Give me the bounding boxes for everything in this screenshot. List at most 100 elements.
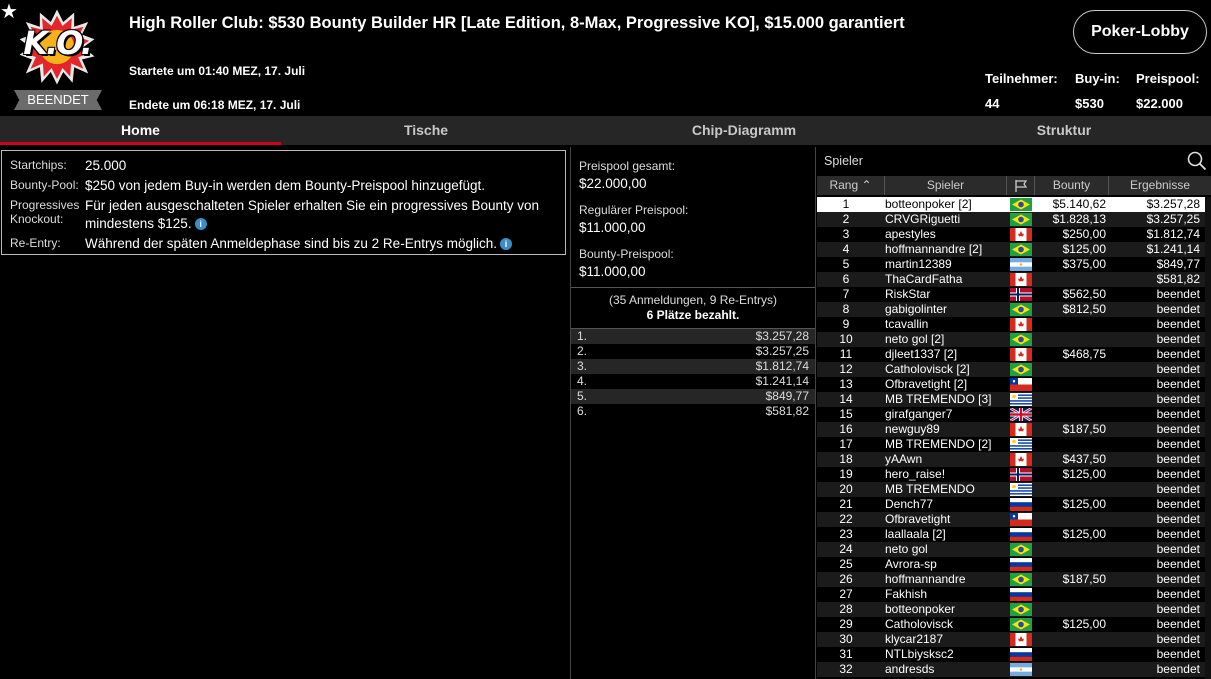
table-row[interactable]: 15 girafganger7 beendet xyxy=(817,407,1211,422)
stat-value: $22.000 xyxy=(1136,96,1183,111)
table-row[interactable]: 29 Catholovisck $125,00 beendet xyxy=(817,617,1211,632)
pool-regular: Regulärer Preispool: $11.000,00 xyxy=(571,203,815,235)
table-row[interactable]: 8 gabigolinter $812,50 beendet xyxy=(817,302,1211,317)
tab-chip-chart[interactable]: Chip-Diagramm xyxy=(571,116,917,145)
player-rank: 3 xyxy=(842,227,850,241)
table-row[interactable]: 1 botteonpoker [2] $5.140,62 $3.257,28 xyxy=(817,197,1211,212)
player-bounty: $1.828,13 xyxy=(1052,212,1106,226)
player-result: beendet xyxy=(1156,317,1200,331)
table-row[interactable]: 22 Ofbravetight beendet xyxy=(817,512,1211,527)
player-rank: 2 xyxy=(842,212,850,226)
prize-amount: $3.257,25 xyxy=(755,344,809,358)
table-row[interactable]: 27 Fakhish beendet xyxy=(817,587,1211,602)
search-icon[interactable] xyxy=(1187,151,1207,171)
column-result[interactable]: Ergebnisse xyxy=(1109,176,1211,195)
tab-home[interactable]: Home xyxy=(0,116,281,145)
player-result: beendet xyxy=(1156,527,1200,541)
info-icon[interactable]: i xyxy=(499,238,512,251)
table-row[interactable]: 14 MB TREMENDO [3] beendet xyxy=(817,392,1211,407)
table-row[interactable]: 4 hoffmannandre [2] $125,00 $1.241,14 xyxy=(817,242,1211,257)
table-row[interactable]: 23 laallaala [2] $125,00 beendet xyxy=(817,527,1211,542)
tab-tables[interactable]: Tische xyxy=(281,116,571,145)
info-label: Startchips: xyxy=(10,158,67,172)
player-result: beendet xyxy=(1156,587,1200,601)
info-value: Während der späten Anmeldephase sind bis… xyxy=(85,235,557,253)
table-row[interactable]: 16 newguy89 $187,50 beendet xyxy=(817,422,1211,437)
info-bounty-pool: Bounty-Pool: $250 von jedem Buy-in werde… xyxy=(10,177,557,195)
info-icon[interactable]: i xyxy=(194,218,207,231)
player-rank: 28 xyxy=(839,602,853,616)
table-row[interactable]: 6 ThaCardFatha $581,82 xyxy=(817,272,1211,287)
tab-structure[interactable]: Struktur xyxy=(917,116,1211,145)
prize-amount: $1.241,14 xyxy=(755,374,809,388)
player-result: $1.812,74 xyxy=(1146,227,1200,241)
player-rank: 27 xyxy=(839,587,853,601)
table-row[interactable]: 7 RiskStar $562,50 beendet xyxy=(817,287,1211,302)
prize-table: 1. $3.257,28 2. $3.257,25 3. $1.812,74 4. $1.24… xyxy=(571,328,815,419)
table-row[interactable]: 12 Catholovisck [2] beendet xyxy=(817,362,1211,377)
table-row[interactable]: 30 klycar2187 beendet xyxy=(817,632,1211,647)
player-rank: 24 xyxy=(839,542,853,556)
column-bounty[interactable]: Bounty xyxy=(1035,176,1109,195)
pool-total: Preispool gesamt: $22.000,00 xyxy=(571,159,815,191)
country-flag-icon xyxy=(1010,468,1032,481)
player-bounty: $187,50 xyxy=(1062,572,1106,586)
prize-row: 5. $849,77 xyxy=(571,389,815,404)
table-row[interactable]: 11 djleet1337 [2] $468,75 beendet xyxy=(817,347,1211,362)
info-label-line: Progressives xyxy=(10,198,80,212)
stat-label: Buy-in: xyxy=(1075,71,1120,86)
table-row[interactable]: 26 hoffmannandre $187,50 beendet xyxy=(817,572,1211,587)
country-flag-icon xyxy=(1010,333,1032,346)
poker-lobby-button[interactable]: Poker-Lobby xyxy=(1073,10,1207,54)
player-name: Ofbravetight xyxy=(885,512,951,526)
players-panel: Spieler Rang ⌃ Spieler Bounty Ergebnisse… xyxy=(817,147,1211,679)
country-flag-icon xyxy=(1010,378,1032,391)
player-name: Avrora-sp xyxy=(885,557,937,571)
column-label: Rang xyxy=(829,178,859,192)
country-flag-icon xyxy=(1010,228,1032,241)
info-label: Progressives Knockout: xyxy=(10,197,85,233)
table-row[interactable]: 2 CRVGRiguetti $1.828,13 $3.257,25 xyxy=(817,212,1211,227)
table-row[interactable]: 13 Ofbravetight [2] beendet xyxy=(817,377,1211,392)
column-rank[interactable]: Rang ⌃ xyxy=(817,176,885,195)
table-row[interactable]: 18 yAAwn $437,50 beendet xyxy=(817,452,1211,467)
table-row[interactable]: 28 botteonpoker beendet xyxy=(817,602,1211,617)
pool-value: $11.000,00 xyxy=(579,264,646,279)
player-result: beendet xyxy=(1156,557,1200,571)
paid-places: 6 Plätze bezahlt. xyxy=(646,308,740,322)
table-row[interactable]: 32 andresds beendet xyxy=(817,662,1211,677)
table-row[interactable]: 9 tcavallin beendet xyxy=(817,317,1211,332)
country-flag-icon xyxy=(1010,288,1032,301)
search-input[interactable]: Spieler xyxy=(824,154,863,168)
country-flag-icon xyxy=(1010,408,1032,421)
table-row[interactable]: 10 neto gol [2] beendet xyxy=(817,332,1211,347)
table-row[interactable]: 5 martin12389 $375,00 $849,77 xyxy=(817,257,1211,272)
player-bounty xyxy=(1035,332,1106,347)
table-row[interactable]: 17 MB TREMENDO [2] beendet xyxy=(817,437,1211,452)
player-name: gabigolinter xyxy=(885,302,948,316)
column-flag[interactable] xyxy=(1007,176,1035,195)
player-rank: 25 xyxy=(839,557,853,571)
table-row[interactable]: 24 neto gol beendet xyxy=(817,542,1211,557)
player-result: $3.257,28 xyxy=(1146,197,1200,211)
prize-place: 2. xyxy=(577,344,588,358)
registrations-info: (35 Anmeldungen, 9 Re-Entrys) xyxy=(608,293,778,307)
info-value: $250 von jedem Buy-in werden dem Bounty-… xyxy=(85,178,485,193)
player-bounty: $250,00 xyxy=(1062,227,1106,241)
player-name: djleet1337 [2] xyxy=(885,347,958,361)
table-row[interactable]: 25 Avrora-sp beendet xyxy=(817,557,1211,572)
stat-label: Teilnehmer: xyxy=(985,71,1058,86)
player-result: beendet xyxy=(1156,392,1200,406)
table-row[interactable]: 21 Dench77 $125,00 beendet xyxy=(817,497,1211,512)
table-row[interactable]: 3 apestyles $250,00 $1.812,74 xyxy=(817,227,1211,242)
player-rank: 12 xyxy=(839,362,853,376)
ko-text: K.O. xyxy=(23,24,93,62)
table-row[interactable]: 20 MB TREMENDO beendet xyxy=(817,482,1211,497)
country-flag-icon xyxy=(1010,513,1032,526)
scrollbar[interactable] xyxy=(1205,197,1211,679)
country-flag-icon xyxy=(1010,258,1032,271)
table-row[interactable]: 19 hero_raise! $125,00 beendet xyxy=(817,467,1211,482)
table-row[interactable]: 31 NTLbiysksc2 beendet xyxy=(817,647,1211,662)
column-player[interactable]: Spieler xyxy=(885,176,1007,195)
player-search[interactable]: Spieler xyxy=(817,147,1211,175)
